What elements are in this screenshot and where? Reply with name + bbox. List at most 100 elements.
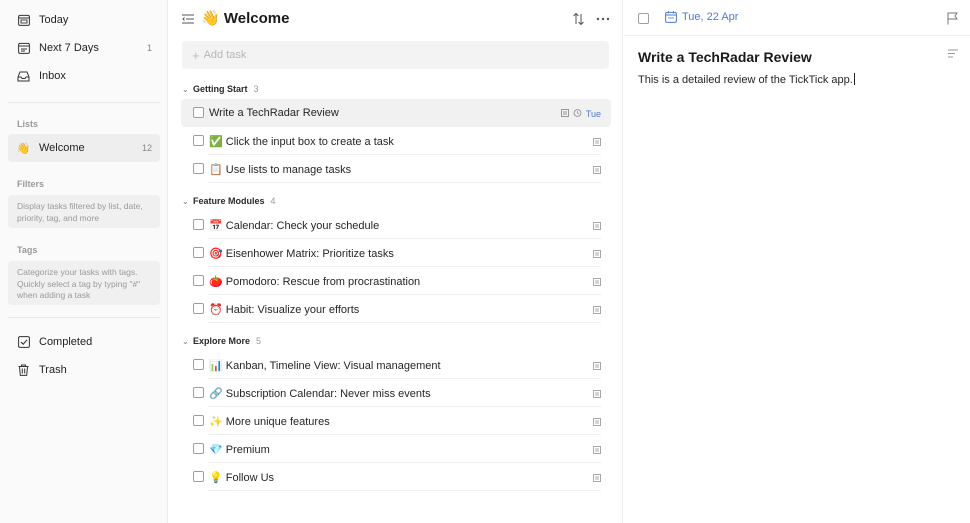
task-title: ✨ More unique features: [209, 415, 330, 428]
sidebar-divider: [8, 317, 160, 318]
task-row[interactable]: 📅 Calendar: Check your schedule: [181, 211, 611, 239]
task-title: 💡 Follow Us: [209, 471, 275, 484]
group-header-explore-more[interactable]: ⌄ Explore More 5: [182, 333, 261, 349]
note-icon: [593, 137, 601, 146]
task-title: 💎 Premium: [209, 443, 270, 456]
due-date-picker[interactable]: Tue, 22 Apr: [665, 11, 738, 23]
task-row[interactable]: ✨ More unique features: [181, 407, 611, 435]
sidebar-item-label: Completed: [39, 336, 93, 348]
note-icon: [593, 417, 601, 426]
sidebar-item-label: Today: [39, 14, 69, 26]
task-checkbox[interactable]: [193, 303, 204, 314]
task-row[interactable]: 📋 Use lists to manage tasks: [181, 155, 611, 183]
task-checkbox[interactable]: [193, 275, 204, 286]
sort-icon[interactable]: [573, 12, 584, 26]
flag-icon[interactable]: [947, 12, 958, 25]
note-icon: [593, 361, 601, 370]
add-task-placeholder: Add task: [203, 49, 247, 61]
task-title: ✅ Click the input box to create a task: [209, 135, 394, 148]
sidebar-divider: [8, 102, 160, 103]
plus-icon: +: [192, 47, 200, 63]
due-date-text: Tue, 22 Apr: [682, 11, 739, 23]
sidebar-item-welcome-list[interactable]: 👋 Welcome 12: [8, 134, 160, 162]
group-count: 3: [253, 84, 259, 94]
detail-task-description[interactable]: This is a detailed review of the TickTic…: [638, 73, 855, 86]
filters-section-label: Filters: [17, 179, 45, 189]
task-row[interactable]: ✅ Click the input box to create a task: [181, 127, 611, 155]
sidebar-item-label: Welcome: [39, 142, 85, 154]
task-title: 📋 Use lists to manage tasks: [209, 163, 352, 176]
trash-icon: [17, 364, 30, 377]
add-task-input[interactable]: + Add task: [182, 41, 609, 69]
detail-task-title[interactable]: Write a TechRadar Review: [638, 49, 812, 65]
inbox-icon: [17, 70, 30, 83]
note-icon: [593, 221, 601, 230]
task-title: 📊 Kanban, Timeline View: Visual manageme…: [209, 359, 441, 372]
task-title: 🔗 Subscription Calendar: Never miss even…: [209, 387, 431, 400]
alarm-clock-icon: [573, 108, 582, 119]
sidebar-item-trash[interactable]: Trash: [8, 356, 160, 384]
waving-hand-emoji: 👋: [16, 142, 31, 155]
task-checkbox[interactable]: [193, 107, 204, 118]
task-checkbox[interactable]: [193, 443, 204, 454]
task-row[interactable]: 💎 Premium: [181, 435, 611, 463]
task-checkbox[interactable]: [193, 415, 204, 426]
task-checkbox[interactable]: [193, 471, 204, 482]
lists-section-label: Lists: [17, 119, 39, 129]
task-row[interactable]: Write a TechRadar Review Tue: [181, 99, 611, 127]
sidebar-item-next-7-days[interactable]: Next 7 Days 1: [8, 34, 160, 62]
task-checkbox[interactable]: [193, 163, 204, 174]
task-row[interactable]: ⏰ Habit: Visualize your efforts: [181, 295, 611, 323]
detail-toolbar: Tue, 22 Apr: [624, 0, 970, 36]
sidebar-item-label: Trash: [39, 364, 67, 376]
sidebar: Today Next 7 Days 1 Inbox Lists 👋 Welcom…: [0, 0, 168, 523]
task-checkbox[interactable]: [193, 387, 204, 398]
tags-section-label: Tags: [17, 245, 38, 255]
group-name: Getting Start: [193, 84, 248, 94]
row-divider: [208, 490, 601, 491]
sidebar-item-today[interactable]: Today: [8, 6, 160, 34]
note-icon: [593, 445, 601, 454]
description-mode-icon[interactable]: [948, 49, 958, 58]
group-count: 4: [270, 196, 276, 206]
row-divider: [208, 182, 601, 183]
task-row[interactable]: 🔗 Subscription Calendar: Never miss even…: [181, 379, 611, 407]
task-row[interactable]: 🎯 Eisenhower Matrix: Prioritize tasks: [181, 239, 611, 267]
task-checkbox[interactable]: [193, 247, 204, 258]
page-title-text: Welcome: [223, 10, 290, 27]
sidebar-item-count: 1: [146, 43, 152, 53]
text-cursor: [853, 73, 855, 85]
calendar-today-icon: [17, 14, 30, 27]
group-header-feature-modules[interactable]: ⌄ Feature Modules 4: [182, 193, 276, 209]
calendar-week-icon: [17, 42, 30, 55]
description-text: This is a detailed review of the TickTic…: [638, 74, 853, 86]
sidebar-toggle-icon[interactable]: [182, 13, 194, 25]
task-row[interactable]: 📊 Kanban, Timeline View: Visual manageme…: [181, 351, 611, 379]
due-date-label: Tue: [585, 108, 601, 119]
sidebar-item-inbox[interactable]: Inbox: [8, 62, 160, 90]
task-detail-panel: Tue, 22 Apr Write a TechRadar Review Thi…: [624, 0, 970, 523]
task-checkbox[interactable]: [193, 135, 204, 146]
task-checkbox[interactable]: [193, 219, 204, 230]
task-title: 🎯 Eisenhower Matrix: Prioritize tasks: [209, 247, 394, 260]
page-title: 👋 Welcome: [201, 9, 289, 27]
group-header-getting-start[interactable]: ⌄ Getting Start 3: [182, 81, 259, 97]
row-divider: [208, 322, 601, 323]
waving-hand-emoji: 👋: [201, 10, 220, 27]
sidebar-item-completed[interactable]: Completed: [8, 328, 160, 356]
tags-hint[interactable]: Categorize your tasks with tags. Quickly…: [8, 261, 160, 305]
group-name: Feature Modules: [193, 196, 265, 206]
more-options-icon[interactable]: [596, 13, 610, 25]
group-name: Explore More: [193, 336, 251, 346]
task-list-panel: 👋 Welcome + Add task ⌄ Getting Start 3 W…: [168, 0, 623, 523]
filters-hint[interactable]: Display tasks filtered by list, date, pr…: [8, 195, 160, 228]
task-row[interactable]: 💡 Follow Us: [181, 463, 611, 491]
task-title: 🍅 Pomodoro: Rescue from procrastination: [209, 275, 421, 288]
detail-task-checkbox[interactable]: [638, 13, 649, 24]
sidebar-item-label: Inbox: [39, 70, 66, 82]
task-title: 📅 Calendar: Check your schedule: [209, 219, 380, 232]
task-row[interactable]: 🍅 Pomodoro: Rescue from procrastination: [181, 267, 611, 295]
note-icon: [593, 249, 601, 258]
group-count: 5: [256, 336, 262, 346]
task-checkbox[interactable]: [193, 359, 204, 370]
